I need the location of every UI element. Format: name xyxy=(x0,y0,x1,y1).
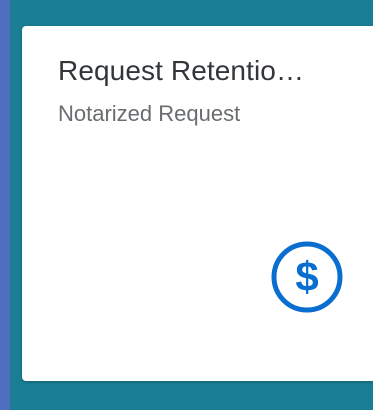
dollar-circle-icon: $ xyxy=(270,240,344,314)
tile-subtitle: Notarized Request xyxy=(58,101,241,126)
tile-title: Request Retentio… xyxy=(58,55,305,86)
svg-text:$: $ xyxy=(295,253,318,300)
launchpad-tile[interactable]: Request Retentio… Notarized Request $ xyxy=(22,26,373,381)
